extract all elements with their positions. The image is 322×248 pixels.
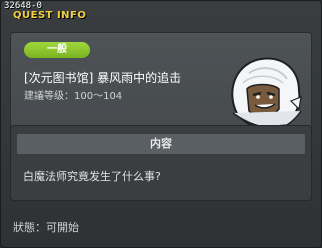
category-badge: 一般 — [24, 42, 90, 58]
content-text: 白魔法师究竟发生了什么事? — [23, 170, 161, 183]
quest-level: 建議等级：100～104 — [24, 91, 122, 103]
status-row: 狀態：可開始 — [13, 221, 79, 234]
level-label: 建議等级： — [24, 91, 74, 102]
status-value: 可開始 — [46, 221, 79, 234]
content-header: 内容 — [17, 134, 305, 154]
content-panel: 内容 白魔法师究竟发生了什么事? — [10, 125, 312, 201]
quest-name: [次元图书馆] 暴风雨中的追击 — [24, 71, 182, 85]
npc-portrait-icon — [231, 57, 302, 128]
quest-info-window: 32648-0 QUEST INFO 一般 [次元图书馆] 暴风雨中的追击 建議… — [0, 0, 322, 248]
window-title: QUEST INFO — [13, 10, 87, 21]
level-range: 100～104 — [74, 91, 123, 102]
title-bar[interactable]: 32648-0 QUEST INFO — [1, 1, 321, 23]
status-label: 狀態： — [13, 221, 46, 234]
